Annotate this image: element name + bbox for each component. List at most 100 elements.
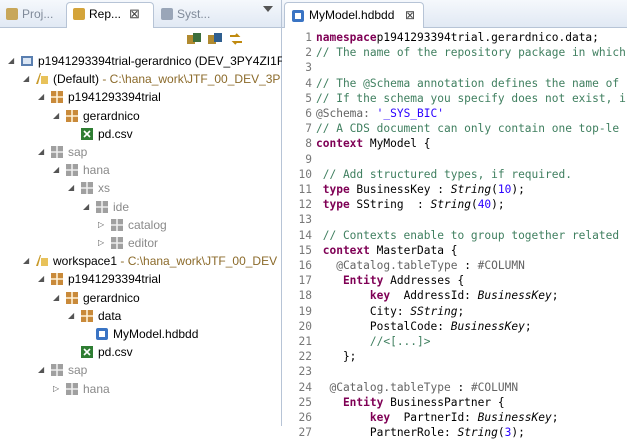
tab-repositories[interactable]: Rep... ⊠: [66, 2, 154, 28]
tree-item[interactable]: ▷ hana: [0, 380, 281, 398]
tree-item[interactable]: ▷ catalog: [0, 216, 281, 234]
expanded-arrow-icon[interactable]: ◢: [38, 270, 46, 288]
tree-item[interactable]: ◢ (Default) - C:\hana_work\JTF_00_DEV_3P: [0, 70, 281, 88]
csv-file-icon: [80, 345, 94, 359]
line-number: 7: [305, 122, 312, 136]
close-icon[interactable]: ⊠: [405, 3, 415, 28]
code-line: context MyModel {: [316, 137, 431, 150]
line-number: 15: [298, 243, 312, 257]
code-token: BusinessKey: [477, 289, 552, 303]
close-icon[interactable]: ⊠: [129, 6, 140, 21]
code-line: context MasterData {: [316, 243, 458, 257]
checkout-icon[interactable]: [186, 32, 202, 46]
code-token: AddressId:: [390, 289, 478, 303]
expanded-arrow-icon[interactable]: ◢: [38, 143, 46, 161]
code-line: // The name of the repository package in…: [316, 46, 626, 59]
editor-tab-bar: MyModel.hdbdd ⊠: [282, 0, 627, 28]
code-token: (: [497, 426, 505, 439]
tree-item[interactable]: ◢ xs: [0, 179, 281, 197]
code-token: 40: [477, 198, 492, 212]
package-icon: [65, 109, 79, 123]
expanded-arrow-icon[interactable]: ◢: [8, 52, 16, 70]
tree-item[interactable]: ◢ workspace1 - C:\hana_work\JTF_00_DEV: [0, 252, 281, 270]
tree-item[interactable]: pd.csv: [0, 343, 281, 361]
tab-project-explorer[interactable]: Proj...: [0, 3, 64, 25]
tree-item[interactable]: ◢ data: [0, 307, 281, 325]
expanded-arrow-icon[interactable]: ◢: [38, 88, 46, 106]
package-gray-icon: [65, 382, 79, 396]
code-token: Addresses {: [383, 274, 465, 288]
line-number: 13: [298, 213, 312, 227]
hdbdd-file-icon: [95, 327, 109, 341]
package-gray-icon: [50, 363, 64, 377]
code-token: Entity: [316, 395, 384, 409]
tree-item[interactable]: ◢ ide: [0, 198, 281, 216]
tab-mymodel-hdbdd[interactable]: MyModel.hdbdd ⊠: [284, 2, 424, 28]
tree-item-label: workspace1 - C:\hana_work\JTF_00_DEV: [53, 254, 278, 269]
line-number: 14: [298, 228, 312, 242]
link-with-editor-icon[interactable]: [228, 32, 244, 46]
code-token: //<[...]>: [316, 335, 431, 348]
tree-item[interactable]: ◢ p1941293394trial-gerardnico (DEV_3PY4ZI…: [0, 52, 285, 70]
expanded-arrow-icon[interactable]: ◢: [53, 107, 61, 125]
tree-item[interactable]: ◢ sap: [0, 361, 281, 379]
tree-item-path: - C:\hana_work\JTF_00_DEV: [117, 254, 278, 269]
code-token: :: [457, 259, 478, 272]
tree-item[interactable]: ▷ editor: [0, 234, 281, 252]
collapsed-arrow-icon[interactable]: ▷: [98, 234, 106, 252]
tree-item[interactable]: ◢ gerardnico: [0, 289, 281, 307]
editor-tab-label: MyModel.hdbdd: [309, 8, 395, 22]
tree-item[interactable]: MyModel.hdbdd: [0, 325, 281, 343]
package-gray-icon: [110, 218, 124, 232]
code-line: //<[...]>: [316, 335, 431, 348]
tree-item[interactable]: pd.csv: [0, 125, 281, 143]
package-gray-icon: [80, 181, 94, 195]
import-icon[interactable]: [207, 32, 223, 46]
code-token: type: [316, 198, 350, 212]
line-number: 9: [305, 152, 312, 166]
tree-item[interactable]: ◢ p1941293394trial: [0, 88, 281, 106]
tree-item-label: p1941293394trial-gerardnico (DEV_3PY4ZI1…: [38, 54, 285, 68]
tree-item[interactable]: ◢ hana: [0, 161, 281, 179]
code-token: SString :: [349, 198, 431, 212]
code-token: String: [457, 426, 498, 439]
code-token: PartnerId:: [390, 411, 478, 424]
tree-item-label: ide: [113, 199, 130, 214]
line-number: 1: [305, 31, 312, 44]
view-menu-icon[interactable]: [263, 6, 273, 12]
expanded-arrow-icon[interactable]: ◢: [68, 307, 76, 325]
line-number: 5: [305, 91, 312, 105]
tab-systems[interactable]: Syst...: [155, 3, 225, 25]
expanded-arrow-icon[interactable]: ◢: [68, 179, 76, 197]
code-token: MasterData {: [369, 243, 458, 257]
collapsed-arrow-icon[interactable]: ▷: [98, 216, 106, 234]
code-token: // Contexts enable to group together rel…: [316, 228, 620, 242]
tree-item[interactable]: ◢ gerardnico: [0, 107, 281, 125]
expanded-arrow-icon[interactable]: ◢: [83, 198, 91, 216]
line-number: 23: [298, 365, 312, 379]
expanded-arrow-icon[interactable]: ◢: [23, 70, 31, 88]
tree-item-label: (Default) - C:\hana_work\JTF_00_DEV_3P: [53, 72, 281, 87]
code-line: @Schema: '_SYS_BIC': [316, 107, 444, 120]
code-token: );: [511, 426, 525, 439]
code-token: Entity: [316, 274, 384, 288]
tree-item[interactable]: ◢ sap: [0, 143, 281, 161]
line-number: 22: [298, 350, 312, 364]
tree-item[interactable]: ◢ p1941293394trial: [0, 270, 281, 288]
repositories-icon: [73, 8, 85, 20]
code-line: Entity Addresses {: [316, 274, 464, 287]
expanded-arrow-icon[interactable]: ◢: [23, 252, 31, 270]
tree-item-label: editor: [128, 236, 159, 250]
collapsed-arrow-icon[interactable]: ▷: [53, 380, 61, 398]
code-line: key PartnerId: BusinessKey;: [316, 411, 559, 424]
code-token: );: [511, 183, 525, 196]
code-token: String: [450, 183, 492, 196]
tree-item-label: sap: [68, 145, 88, 159]
line-number: 16: [298, 259, 312, 272]
expanded-arrow-icon[interactable]: ◢: [38, 361, 46, 379]
code-token: key: [316, 289, 391, 303]
expanded-arrow-icon[interactable]: ◢: [53, 289, 61, 307]
repositories-panel: Proj... Rep... ⊠ Syst... ◢ p1941293394tria…: [0, 0, 285, 426]
expanded-arrow-icon[interactable]: ◢: [53, 161, 61, 179]
line-number: 24: [298, 380, 312, 394]
